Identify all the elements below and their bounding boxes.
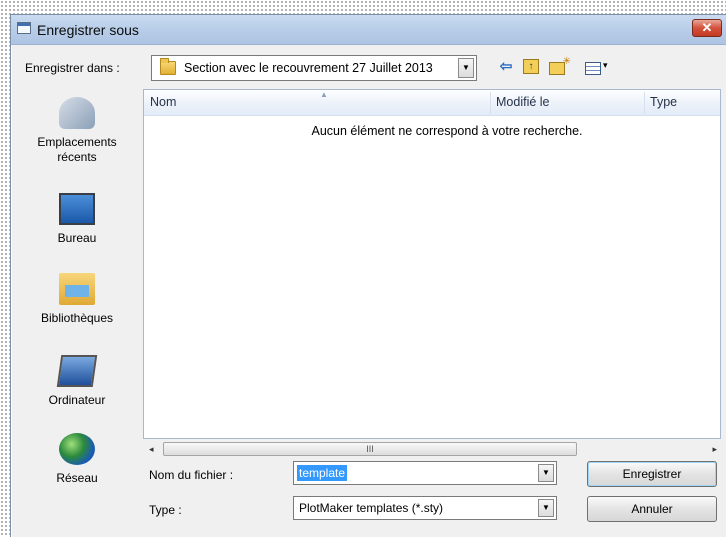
scroll-right-icon[interactable]: ▸ — [712, 444, 717, 455]
column-header-row: ▲ Nom Modifié le Type — [144, 90, 720, 116]
network-icon — [59, 433, 95, 465]
column-header-type[interactable]: Type — [650, 95, 677, 109]
file-type-label: Type : — [149, 503, 182, 517]
chevron-down-icon[interactable]: ▼ — [538, 464, 554, 482]
close-button[interactable]: ✕ — [692, 19, 722, 37]
column-divider[interactable] — [490, 92, 491, 114]
chevron-down-icon[interactable]: ▼ — [458, 58, 474, 78]
horizontal-scrollbar[interactable]: ◂ III ▸ — [143, 440, 721, 458]
column-header-modified[interactable]: Modifié le — [496, 95, 550, 109]
file-type-dropdown[interactable]: PlotMaker templates (*.sty) ▼ — [293, 496, 557, 520]
app-window-icon — [17, 22, 31, 34]
place-recent[interactable]: Emplacements récents — [23, 97, 131, 165]
libraries-icon — [59, 273, 95, 305]
file-list[interactable]: ▲ Nom Modifié le Type Aucun élément ne c… — [143, 89, 721, 439]
empty-list-message: Aucun élément ne correspond à votre rech… — [311, 124, 583, 138]
place-label: Réseau — [56, 471, 98, 485]
title-bar[interactable]: Enregistrer sous ✕ — [11, 15, 726, 45]
place-computer[interactable]: Ordinateur — [23, 355, 131, 408]
desktop-icon — [59, 193, 95, 225]
place-label: Ordinateur — [48, 393, 106, 407]
view-menu-icon[interactable] — [585, 62, 601, 75]
sort-ascending-icon: ▲ — [320, 90, 328, 99]
view-menu-arrow-icon[interactable]: ▾ — [603, 60, 608, 71]
scroll-left-icon[interactable]: ◂ — [149, 444, 154, 455]
up-folder-icon[interactable]: ↑ — [523, 59, 539, 74]
folder-icon — [160, 58, 176, 75]
place-label: Bibliothèques — [40, 311, 114, 325]
place-desktop[interactable]: Bureau — [23, 193, 131, 246]
column-divider[interactable] — [644, 92, 645, 114]
recent-places-icon — [59, 97, 95, 129]
save-in-dropdown[interactable]: Section avec le recouvrement 27 Juillet … — [151, 55, 477, 81]
scrollbar-thumb[interactable]: III — [163, 442, 577, 456]
chevron-down-icon[interactable]: ▼ — [538, 499, 554, 517]
place-network[interactable]: Réseau — [23, 433, 131, 486]
column-header-name[interactable]: Nom — [150, 95, 176, 109]
computer-icon — [56, 355, 98, 387]
filename-input[interactable]: template ▼ — [293, 461, 557, 485]
file-type-value: PlotMaker templates (*.sty) — [299, 501, 444, 515]
save-button[interactable]: Enregistrer — [587, 461, 717, 487]
current-folder-name: Section avec le recouvrement 27 Juillet … — [184, 61, 433, 75]
cancel-button[interactable]: Annuler — [587, 496, 717, 522]
place-label: Bureau — [57, 231, 97, 245]
places-bar: Emplacements récents Bureau Bibliothèque… — [23, 87, 131, 527]
dialog-title: Enregistrer sous — [37, 22, 139, 38]
new-folder-icon[interactable] — [549, 54, 571, 75]
filename-value[interactable]: template — [297, 465, 348, 481]
save-in-label: Enregistrer dans : — [25, 61, 120, 75]
filename-label: Nom du fichier : — [149, 468, 234, 482]
back-arrow-icon[interactable]: ⇦ — [497, 59, 515, 75]
save-as-dialog: Enregistrer sous ✕ Enregistrer dans : Se… — [10, 14, 726, 537]
place-label: Emplacements récents — [37, 135, 117, 164]
place-libraries[interactable]: Bibliothèques — [23, 273, 131, 326]
